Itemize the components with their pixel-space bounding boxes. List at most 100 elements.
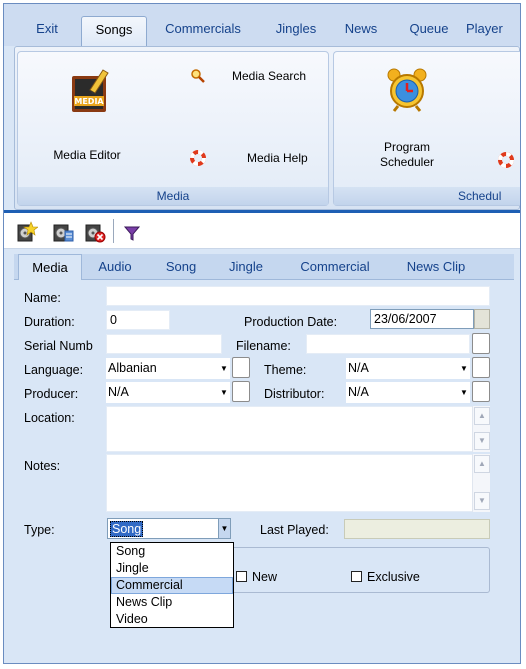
date-picker-button[interactable]: [474, 309, 490, 329]
app-window: Exit Songs Commercials Jingles News Queu…: [3, 3, 521, 664]
language-select[interactable]: Albanian ▼: [106, 358, 230, 379]
media-editor-icon: MEDIA: [72, 69, 109, 112]
tab-jingle[interactable]: Jingle: [220, 254, 272, 280]
producer-value: N/A: [108, 385, 129, 399]
producer-select[interactable]: N/A ▼: [106, 382, 230, 403]
tab-jingles[interactable]: Jingles: [262, 16, 330, 46]
scroll-down-icon[interactable]: ▼: [474, 432, 490, 450]
exclusive-checkbox[interactable]: [351, 571, 362, 582]
alarm-clock-icon: [387, 68, 427, 112]
ribbon-tab-strip: Exit Songs Commercials Jingles News Queu…: [4, 4, 520, 46]
chevron-down-icon: ▼: [460, 364, 468, 373]
name-label: Name:: [24, 291, 61, 305]
distributor-value: N/A: [348, 385, 369, 399]
chevron-down-icon[interactable]: ▼: [218, 519, 230, 538]
type-option-commercial[interactable]: Commercial: [111, 577, 233, 594]
media-help-button[interactable]: Media Help: [186, 148, 326, 170]
location-scrollbar[interactable]: ▲ ▼: [472, 406, 490, 452]
type-option-jingle[interactable]: Jingle: [111, 560, 233, 577]
production-date-label: Production Date:: [244, 315, 338, 329]
filename-browse-button[interactable]: [472, 333, 490, 354]
notes-scrollbar[interactable]: ▲ ▼: [472, 454, 490, 512]
media-group: MEDIA Media Editor Media Search Media He…: [17, 51, 329, 206]
location-label: Location:: [24, 411, 75, 425]
type-label: Type:: [24, 523, 55, 537]
program-scheduler-label-line1: Program: [383, 140, 430, 154]
new-checkbox[interactable]: [236, 571, 247, 582]
producer-add-button[interactable]: [232, 381, 250, 402]
scroll-down-icon[interactable]: ▼: [474, 492, 490, 510]
tab-commercial[interactable]: Commercial: [290, 254, 380, 280]
scroll-up-icon[interactable]: ▲: [474, 455, 490, 473]
filename-label: Filename:: [236, 339, 291, 353]
notes-label: Notes:: [24, 459, 61, 473]
tab-songs[interactable]: Songs: [81, 16, 147, 46]
add-media-icon[interactable]: [16, 221, 38, 243]
scroll-up-icon[interactable]: ▲: [474, 407, 490, 425]
tab-audio[interactable]: Audio: [90, 254, 140, 280]
exclusive-label: Exclusive: [367, 570, 420, 584]
edit-media-icon[interactable]: [52, 221, 74, 243]
location-textarea[interactable]: [106, 406, 490, 452]
language-add-button[interactable]: [232, 357, 250, 378]
duration-input[interactable]: 0: [106, 310, 170, 330]
chevron-down-icon: ▼: [220, 388, 228, 397]
theme-label: Theme:: [264, 363, 307, 377]
toolbar: [4, 213, 520, 249]
delete-media-icon[interactable]: [84, 221, 106, 243]
type-option-news-clip[interactable]: News Clip: [111, 594, 233, 611]
filename-input[interactable]: [306, 334, 470, 354]
type-select[interactable]: Song ▼: [107, 518, 231, 539]
serial-number-input[interactable]: [106, 334, 222, 354]
distributor-select[interactable]: N/A ▼: [346, 382, 470, 403]
program-scheduler-label-line2: Scheduler: [379, 155, 435, 169]
chevron-down-icon: ▼: [460, 388, 468, 397]
lifebuoy-icon: [190, 150, 206, 166]
media-search-button[interactable]: Media Search: [186, 66, 326, 88]
tab-player[interactable]: Player: [466, 16, 520, 46]
type-value: Song: [110, 521, 144, 537]
producer-label: Producer:: [24, 387, 79, 401]
search-icon: [191, 69, 205, 83]
theme-add-button[interactable]: [472, 357, 490, 378]
media-editor-label: Media Editor: [53, 148, 121, 162]
ribbon-panel: MEDIA Media Editor Media Search Media He…: [14, 46, 520, 210]
media-help-label: Media Help: [247, 151, 308, 165]
language-label: Language:: [24, 363, 84, 377]
distributor-add-button[interactable]: [472, 381, 490, 402]
tab-exit[interactable]: Exit: [22, 16, 72, 46]
distributor-label: Distributor:: [264, 387, 325, 401]
production-date-input[interactable]: 23/06/2007: [370, 309, 474, 329]
theme-value: N/A: [348, 361, 369, 375]
chevron-down-icon: ▼: [220, 364, 228, 373]
media-editor-button[interactable]: MEDIA Media Editor: [32, 60, 142, 170]
tab-commercials[interactable]: Commercials: [156, 16, 250, 46]
type-dropdown-list: Song Jingle Commercial News Clip Video: [110, 542, 234, 628]
language-value: Albanian: [108, 361, 157, 375]
tab-news-clip[interactable]: News Clip: [396, 254, 476, 280]
last-played-input: [344, 519, 490, 539]
type-option-video[interactable]: Video: [111, 611, 233, 628]
filter-icon[interactable]: [122, 221, 142, 243]
scheduler-group-label: Schedul: [334, 187, 520, 205]
lifebuoy-icon: [498, 152, 514, 168]
toolbar-divider: [113, 219, 114, 243]
svg-text:MEDIA: MEDIA: [74, 97, 104, 106]
tab-media[interactable]: Media: [18, 254, 82, 280]
notes-textarea[interactable]: [106, 454, 490, 512]
media-form: Media Audio Song Jingle Commercial News …: [14, 254, 514, 659]
media-group-label: Media: [18, 187, 328, 205]
media-search-label: Media Search: [232, 69, 307, 83]
last-played-label: Last Played:: [260, 523, 329, 537]
scheduler-group: Program Scheduler Schedul: [333, 51, 520, 206]
serial-number-label: Serial Numb: [24, 339, 93, 353]
tab-song[interactable]: Song: [158, 254, 204, 280]
tab-queue[interactable]: Queue: [400, 16, 458, 46]
program-scheduler-button[interactable]: Program Scheduler: [364, 60, 450, 170]
name-input[interactable]: [106, 286, 490, 306]
form-tab-strip: Media Audio Song Jingle Commercial News …: [14, 254, 514, 280]
type-option-song[interactable]: Song: [111, 543, 233, 560]
theme-select[interactable]: N/A ▼: [346, 358, 470, 379]
tab-news[interactable]: News: [337, 16, 385, 46]
new-label: New: [252, 570, 278, 584]
